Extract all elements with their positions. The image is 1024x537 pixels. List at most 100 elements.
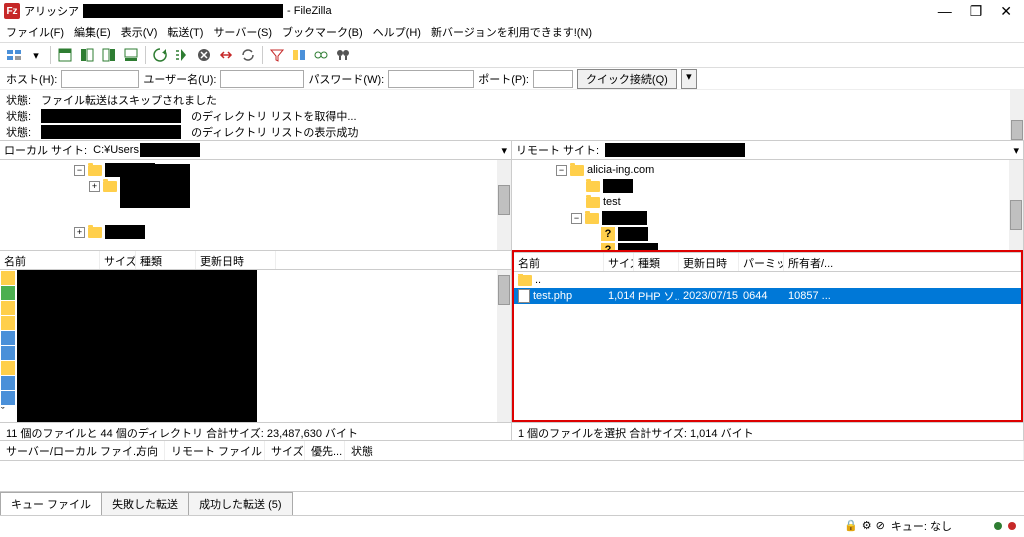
folder-icon — [570, 165, 584, 176]
expand-icon[interactable]: − — [556, 165, 567, 176]
tree-node[interactable]: alicia-ing.com — [587, 164, 654, 176]
local-hdr-type[interactable]: 種類 — [136, 251, 196, 269]
tab-failed[interactable]: 失敗した転送 — [101, 492, 189, 515]
disconnect-button[interactable] — [216, 45, 236, 65]
local-tree[interactable]: − + + — [0, 160, 511, 250]
th-server[interactable]: サーバー/ローカル ファイ... — [0, 441, 130, 460]
host-input[interactable] — [61, 70, 139, 88]
gear-icon[interactable]: ⚙ — [862, 519, 872, 532]
sync-browse-button[interactable] — [311, 45, 331, 65]
search-button[interactable] — [333, 45, 353, 65]
folder-icon — [1, 376, 15, 390]
filter-button[interactable] — [267, 45, 287, 65]
close-button[interactable]: ✕ — [1000, 3, 1012, 20]
local-hdr-date[interactable]: 更新日時 — [196, 251, 276, 269]
toggle-queue-button[interactable] — [121, 45, 141, 65]
remote-site-label: リモート サイト: — [512, 142, 603, 158]
file-row-selected[interactable]: test.php 1,014 PHP ソ... 2023/07/15 ... 0… — [514, 288, 1021, 304]
menu-server[interactable]: サーバー(S) — [213, 24, 272, 40]
local-files-redacted — [17, 270, 257, 422]
folder-icon — [1, 346, 15, 360]
user-input[interactable] — [220, 70, 304, 88]
pass-input[interactable] — [388, 70, 474, 88]
expand-icon[interactable]: − — [74, 165, 85, 176]
menu-newversion[interactable]: 新バージョンを利用できます!(N) — [431, 24, 592, 40]
quickconnect-button[interactable]: クイック接続(Q) — [577, 69, 677, 89]
expand-icon[interactable]: + — [74, 227, 85, 238]
remote-file-list[interactable]: .. test.php 1,014 PHP ソ... 2023/07/15 ..… — [514, 272, 1021, 420]
chevron-down-icon[interactable]: ˇ — [1, 406, 15, 420]
port-label: ポート(P): — [478, 71, 529, 87]
local-panel: ローカル サイト: C:¥Users ▾ − + + 名前 サイズ 種類 更新日… — [0, 140, 512, 440]
folder-icon — [586, 197, 600, 208]
toggle-log-button[interactable] — [55, 45, 75, 65]
local-file-list[interactable]: ˇ — [0, 270, 511, 422]
remote-panel: リモート サイト: ▾ − alicia-ing.com test − ? ? 名… — [512, 140, 1024, 440]
log-redacted-3 — [41, 125, 181, 139]
tree-node[interactable]: test — [603, 196, 621, 208]
local-site-bar: ローカル サイト: C:¥Users ▾ — [0, 140, 511, 160]
log-scrollbar[interactable] — [1010, 90, 1024, 140]
menu-view[interactable]: 表示(V) — [121, 24, 158, 40]
local-site-dropdown[interactable]: ▾ — [497, 144, 511, 157]
toggle-localtree-button[interactable] — [77, 45, 97, 65]
th-prio[interactable]: 優先... — [305, 441, 345, 460]
main-split: ローカル サイト: C:¥Users ▾ − + + 名前 サイズ 種類 更新日… — [0, 140, 1024, 440]
statusbar: 🔒 ⚙ ⊘ キュー: なし — [0, 515, 1024, 535]
remote-site-bar: リモート サイト: ▾ — [512, 140, 1023, 160]
toggle-remotetree-button[interactable] — [99, 45, 119, 65]
unknown-icon: ? — [601, 243, 615, 250]
remote-hdr-size[interactable]: サイズ — [604, 253, 634, 271]
folder-icon — [1, 301, 15, 315]
unknown-icon: ? — [601, 227, 615, 241]
reconnect-button[interactable] — [238, 45, 258, 65]
local-hdr-name[interactable]: 名前 — [0, 251, 100, 269]
quickconnect-dropdown[interactable]: ▾ — [681, 69, 697, 89]
remote-hdr-owner[interactable]: 所有者/... — [784, 253, 1021, 271]
local-list-scrollbar[interactable] — [497, 270, 511, 422]
th-status[interactable]: 状態 — [345, 441, 1024, 460]
sitemanager-drop[interactable]: ▾ — [26, 45, 46, 65]
compare-button[interactable] — [289, 45, 309, 65]
queue-icon[interactable]: ⊘ — [876, 519, 885, 532]
local-status: 11 個のファイルと 44 個のディレクトリ 合計サイズ: 23,487,630… — [0, 422, 511, 440]
expand-icon[interactable]: − — [571, 213, 582, 224]
refresh-button[interactable] — [150, 45, 170, 65]
folder-icon — [586, 181, 600, 192]
menubar: ファイル(F) 編集(E) 表示(V) 転送(T) サーバー(S) ブックマーク… — [0, 22, 1024, 42]
lock-icon[interactable]: 🔒 — [844, 519, 858, 532]
remote-tree[interactable]: − alicia-ing.com test − ? ? — [512, 160, 1023, 250]
remote-hdr-type[interactable]: 種類 — [634, 253, 679, 271]
transfer-body[interactable] — [0, 461, 1024, 491]
remote-site-dropdown[interactable]: ▾ — [1009, 144, 1023, 157]
minimize-button[interactable]: — — [938, 3, 952, 20]
tab-queue[interactable]: キュー ファイル — [0, 492, 102, 515]
th-dir[interactable]: 方向 — [130, 441, 165, 460]
process-queue-button[interactable] — [172, 45, 192, 65]
tab-success[interactable]: 成功した転送 (5) — [188, 492, 293, 515]
menu-edit[interactable]: 編集(E) — [74, 24, 111, 40]
port-input[interactable] — [533, 70, 573, 88]
local-site-path[interactable]: C:¥Users — [91, 143, 497, 157]
remote-hdr-name[interactable]: 名前 — [514, 253, 604, 271]
th-size[interactable]: サイズ — [265, 441, 305, 460]
remote-status: 1 個のファイルを選択 合計サイズ: 1,014 バイト — [512, 422, 1023, 440]
maximize-button[interactable]: ❐ — [970, 3, 983, 20]
remote-hdr-date[interactable]: 更新日時 — [679, 253, 739, 271]
th-remote[interactable]: リモート ファイル — [165, 441, 265, 460]
log-line-2: のディレクトリ リストを取得中... — [191, 108, 356, 124]
parent-dir-row[interactable]: .. — [514, 272, 1021, 288]
menu-help[interactable]: ヘルプ(H) — [373, 24, 421, 40]
local-tree-scrollbar[interactable] — [497, 160, 511, 250]
cancel-button[interactable] — [194, 45, 214, 65]
menu-file[interactable]: ファイル(F) — [6, 24, 64, 40]
expand-icon[interactable]: + — [89, 181, 100, 192]
remote-hdr-perm[interactable]: パーミッ... — [739, 253, 784, 271]
sitemanager-button[interactable] — [4, 45, 24, 65]
title-redacted — [83, 4, 283, 18]
menu-transfer[interactable]: 転送(T) — [167, 24, 203, 40]
menu-bookmarks[interactable]: ブックマーク(B) — [282, 24, 363, 40]
remote-site-path[interactable] — [603, 143, 1009, 157]
local-hdr-size[interactable]: サイズ — [100, 251, 136, 269]
remote-tree-scrollbar[interactable] — [1009, 160, 1023, 250]
